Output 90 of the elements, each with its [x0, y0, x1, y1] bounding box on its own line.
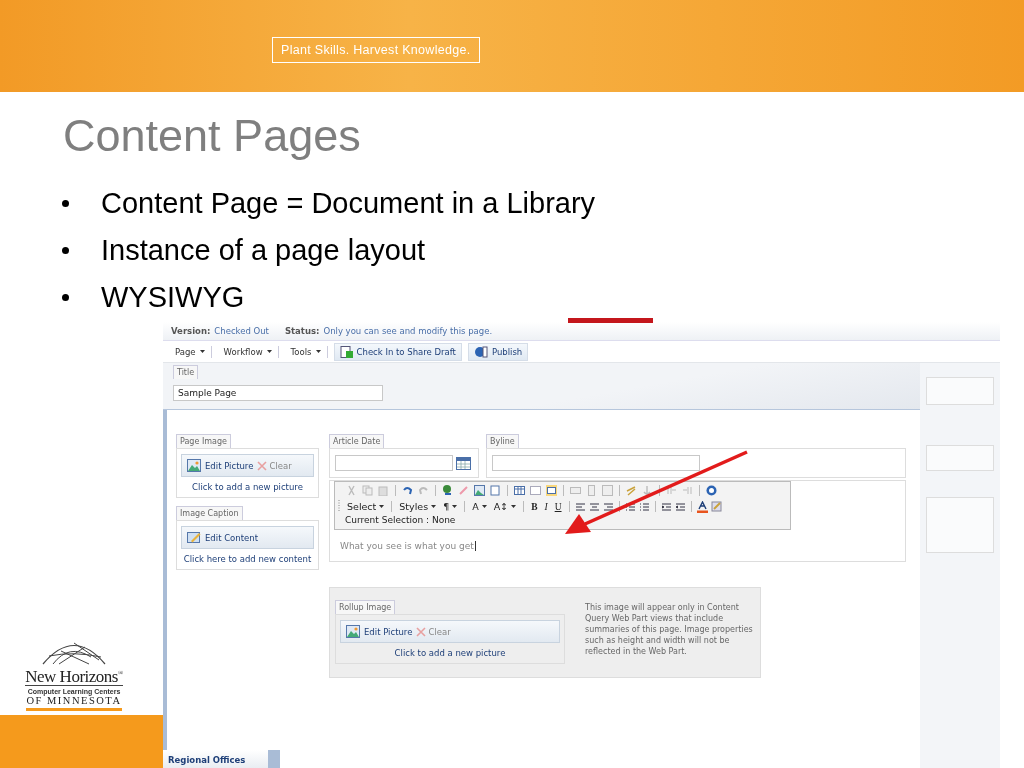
dropdown-button[interactable]: A [470, 501, 489, 512]
copy-icon[interactable] [362, 485, 373, 496]
indent-icon[interactable] [674, 501, 686, 512]
align-center-icon[interactable] [588, 501, 600, 512]
tagline: Plant Skills. Harvest Knowledge. [272, 37, 480, 63]
empty-field [926, 445, 994, 471]
caret-icon [481, 505, 487, 508]
status-value: Only you can see and modify this page. [323, 326, 493, 336]
table-icon[interactable] [514, 485, 525, 496]
cut-icon[interactable] [346, 485, 357, 496]
check-in-button[interactable]: Check In to Share Draft [333, 342, 462, 361]
caret-icon [431, 505, 437, 508]
brand-name: New Horizons$^{®}$ [25, 665, 123, 686]
calendar-icon[interactable] [456, 456, 471, 470]
title-field[interactable]: Sample Page [173, 385, 383, 401]
table-icon[interactable] [546, 485, 557, 496]
slide-title: Content Pages [62, 109, 362, 163]
edit-picture-link[interactable]: Edit Picture [346, 625, 413, 638]
empty-field [926, 377, 994, 405]
picture-icon [346, 625, 360, 638]
caret-icon [266, 350, 272, 353]
close-icon [257, 460, 268, 471]
bullet-text: Content Page = Document in a Library [101, 187, 596, 220]
byline-field[interactable] [492, 455, 700, 471]
caret-icon [199, 350, 205, 353]
caret-icon [452, 505, 458, 508]
add-picture-link[interactable]: Click to add a new picture [394, 648, 506, 658]
brand-region: OF MINNESOTA [26, 695, 122, 711]
empty-field [926, 497, 994, 553]
text-color-icon[interactable] [696, 500, 708, 513]
caret-icon [511, 505, 517, 508]
numbered-list-icon[interactable] [624, 501, 636, 512]
bullet-text: WYSIWYG [101, 281, 245, 314]
edit-icon [187, 531, 201, 544]
nav-heading[interactable]: Regional Offices [163, 750, 268, 768]
field-label: Byline [486, 434, 519, 448]
globe-icon [473, 345, 488, 358]
field-label: Article Date [329, 434, 385, 448]
redo-icon[interactable] [418, 485, 429, 496]
bullet-dot [62, 294, 69, 301]
scroll-bar [268, 750, 280, 768]
document-icon [339, 345, 353, 358]
menu-button[interactable]: Workflow [217, 345, 279, 358]
caret-icon [315, 350, 321, 353]
caret-icon [379, 505, 385, 508]
edit-content-button[interactable]: Edit Content [181, 526, 314, 549]
menu-button[interactable]: Page [169, 345, 212, 358]
dropdown-button[interactable]: ¶ [441, 501, 460, 512]
add-picture-link[interactable]: Click to add a new picture [192, 482, 303, 492]
picture-icon[interactable] [474, 485, 485, 496]
undo-icon[interactable] [402, 485, 413, 496]
bullet-dot [62, 247, 69, 254]
menu-button[interactable]: Tools [284, 345, 328, 358]
bullet-dot [62, 200, 69, 207]
field-label: Rollup Image [335, 600, 396, 614]
field-label: Page Image [176, 434, 231, 448]
picture-icon [187, 459, 201, 472]
field-label: Title [173, 365, 199, 379]
publish-button[interactable]: Publish [467, 342, 529, 361]
editor-text[interactable]: What you see is what you get [340, 541, 476, 551]
bold-button[interactable]: B [529, 501, 540, 512]
bulleted-list-icon[interactable] [638, 501, 650, 512]
selection-label: Current Selection : None [345, 515, 457, 525]
dropdown-button[interactable]: A↕ [491, 501, 519, 512]
rollup-note: This image will appear only in Content Query Web Part views that include summaries of this page. Image properties such as height and width will not be reflected in the Web Part. [585, 602, 754, 658]
italic-button[interactable]: I [542, 501, 550, 512]
align-left-icon[interactable] [574, 501, 586, 512]
outdent-icon[interactable] [660, 501, 672, 512]
underline-button[interactable]: U [552, 501, 564, 512]
align-right-icon[interactable] [602, 501, 614, 512]
row-icon[interactable] [570, 485, 581, 496]
field-label: Status: [284, 326, 320, 336]
version-value: Checked Out [214, 326, 269, 336]
field-label: Version: [171, 326, 211, 336]
bullet-text: Instance of a page layout [101, 234, 426, 267]
paste-icon[interactable] [378, 485, 389, 496]
unlink-icon[interactable] [458, 485, 469, 496]
close-icon [416, 626, 427, 637]
add-content-link[interactable]: Click here to add new content [183, 554, 312, 564]
document-icon[interactable] [490, 485, 501, 496]
edit-picture-link[interactable]: Edit Picture [187, 459, 254, 472]
column-icon[interactable] [586, 485, 597, 496]
cell-icon[interactable] [602, 485, 613, 496]
hyperlink-icon[interactable] [442, 485, 453, 496]
help-icon[interactable] [706, 485, 717, 496]
table-edit-icon[interactable] [530, 485, 541, 496]
dropdown-button[interactable]: Select [345, 501, 387, 512]
field-label: Image Caption [176, 506, 243, 520]
dropdown-button[interactable]: Styles [397, 501, 439, 512]
date-field[interactable] [335, 455, 453, 471]
